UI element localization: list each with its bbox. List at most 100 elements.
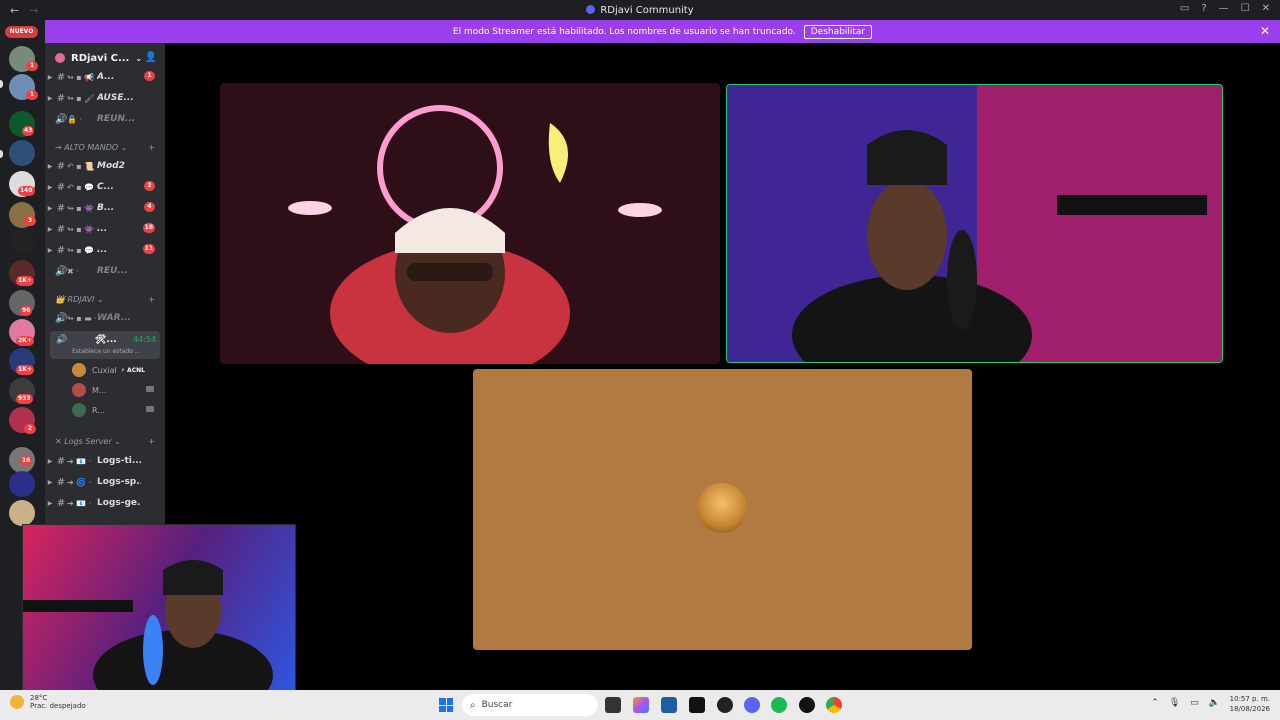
channel-name: A...	[97, 72, 115, 82]
channel-item[interactable]: ▶ # ↬ ▪ 📢 · A... 1	[45, 67, 165, 87]
unread-indicator	[0, 80, 3, 88]
video-tile-1[interactable]	[220, 83, 720, 364]
server-name: RDjavi C...	[71, 52, 130, 64]
channel-item[interactable]: ▶ # ➔ 📧 · Logs-ti...	[45, 451, 165, 471]
pip-camera-feed	[23, 560, 273, 720]
invite-icon[interactable]: 👤	[145, 52, 157, 63]
clock-date: 18/08/2026	[1229, 705, 1270, 713]
voice-user-name: R...	[92, 405, 105, 415]
channel-name: C...	[97, 182, 114, 192]
channel-badge: 4	[144, 202, 155, 212]
channel-item[interactable]: ▶# ➔ 📧 ·Logs-ge...	[45, 493, 165, 513]
forward-arrow-icon[interactable]: →	[29, 4, 38, 17]
channel-name: B...	[97, 203, 115, 213]
channel-name: ...	[97, 245, 108, 255]
spotify-icon[interactable]	[771, 697, 787, 713]
channel-item[interactable]: ▶ # ↬ ▪ 💬 ·... 11	[45, 240, 165, 260]
voice-user[interactable]: R...	[72, 401, 160, 419]
add-channel-icon[interactable]: +	[148, 295, 155, 304]
channel-item[interactable]: ▶ # ↶ ▪ 💬 · C... 2	[45, 177, 165, 197]
add-channel-icon[interactable]: +	[148, 437, 155, 446]
server-avatar-icon	[55, 53, 65, 63]
chrome-icon[interactable]	[826, 697, 842, 713]
category-rdjavi[interactable]: 👑 RDJAVI ⌄ +	[45, 295, 165, 309]
video-tile-3-avatar[interactable]	[473, 369, 972, 650]
new-badge[interactable]: NUEVO	[5, 26, 38, 38]
taskbar-clock[interactable]: 10:57 p. m. 18/08/2026	[1230, 694, 1270, 714]
obs-icon[interactable]	[799, 697, 815, 713]
maximize-icon[interactable]: ☐	[1241, 3, 1250, 14]
channel-name: ...	[97, 224, 108, 234]
speaker-icon: 🔊	[55, 265, 68, 277]
app-icon[interactable]	[717, 697, 733, 713]
close-banner-icon[interactable]: ✕	[1260, 24, 1270, 38]
discord-icon[interactable]	[744, 697, 760, 713]
weather-widget[interactable]: 28°C Prac. despejado	[10, 694, 86, 710]
channel-name: Mod2	[97, 161, 125, 171]
active-voice-channel[interactable]: 🔊 🛠... 44:54 Establece un estado ...	[50, 331, 160, 359]
camera-feed-1	[220, 83, 720, 364]
minimize-icon[interactable]: —	[1219, 3, 1229, 14]
chevron-up-icon[interactable]: ⌃	[1151, 698, 1159, 708]
mention-badge: 1	[26, 61, 38, 71]
disable-streamer-button[interactable]: Deshabilitar	[803, 24, 873, 39]
windows-taskbar: 28°C Prac. despejado ⌕ Buscar ⌃ 🎙 ▭ 🔈 10…	[0, 690, 1280, 720]
banner-text: El modo Streamer está habilitado. Los no…	[452, 26, 796, 37]
close-window-icon[interactable]: ✕	[1262, 3, 1270, 14]
category-alto-mando[interactable]: → ALTO MANDO ⌄ +	[45, 143, 165, 157]
server-icon	[586, 4, 596, 14]
camera-icon	[146, 406, 154, 412]
store-icon[interactable]	[661, 697, 677, 713]
video-tile-2-speaking[interactable]	[726, 84, 1223, 363]
avatar	[72, 403, 86, 417]
text-channel-icon: #	[56, 71, 66, 83]
channel-badge: 18	[142, 223, 155, 233]
display-icon[interactable]: ▭	[1190, 698, 1199, 708]
server-icon-16[interactable]	[9, 500, 35, 526]
mention-badge: 1K+	[16, 365, 34, 375]
channel-item[interactable]: ▶ # ↬ ▪ 🖌 · AUSE...	[45, 88, 165, 108]
server-icon-4[interactable]	[9, 140, 35, 166]
clock-time: 10:57 p. m.	[1229, 695, 1270, 703]
server-icon-7[interactable]	[9, 228, 35, 254]
add-channel-icon[interactable]: +	[148, 143, 155, 152]
channel-badge: 1	[144, 71, 155, 81]
category-logs-server[interactable]: ✕ Logs Server ⌄ +	[45, 437, 165, 451]
capcut-icon[interactable]	[689, 697, 705, 713]
channel-item[interactable]: ▶# ➔ 🌀 ·Logs-sp...	[45, 472, 165, 492]
help-icon[interactable]: ?	[1201, 3, 1206, 14]
voice-user[interactable]: Cuxial ⚡ ACNL	[72, 361, 160, 379]
weather-temp: 28°C	[30, 694, 48, 702]
avatar	[72, 363, 86, 377]
unread-indicator	[0, 150, 3, 158]
channel-name: REUN...	[97, 114, 136, 124]
server-icon-15[interactable]	[9, 471, 35, 497]
channel-item[interactable]: ▶ # ↬ ▪ 👾 ·... 18	[45, 219, 165, 239]
weather-sun-icon	[10, 695, 24, 709]
voice-channel-item[interactable]: 🔊 ✖ · REU...	[45, 261, 165, 281]
windows-start-icon[interactable]	[439, 698, 453, 712]
inbox-icon[interactable]: ▭	[1180, 3, 1189, 14]
window-titlebar: ← → RDjavi Community ▭ ? — ☐ ✕	[0, 0, 1280, 20]
voice-channel-item[interactable]: 🔊 🔒 · REUN...	[45, 109, 165, 129]
user-tag: ⚡ ACNL	[120, 366, 145, 374]
channel-badge: 2	[144, 181, 155, 191]
chevron-down-icon: ⌄	[135, 53, 143, 63]
microphone-icon[interactable]: 🎙	[1169, 698, 1180, 708]
picture-in-picture-feed[interactable]	[22, 524, 296, 720]
set-status-hint[interactable]: Establece un estado ...	[72, 348, 140, 355]
system-tray: ⌃ 🎙 ▭ 🔈	[1151, 698, 1220, 708]
voice-channel-item[interactable]: 🔊 ↬ ▪ ▬ · WAR...	[45, 308, 165, 328]
channel-item[interactable]: ▶ # ↬ ▪ 👾 · B... 4	[45, 198, 165, 218]
task-view-icon[interactable]	[605, 697, 621, 713]
volume-icon[interactable]: 🔈	[1209, 698, 1220, 708]
channel-name: 🛠...	[95, 335, 117, 345]
text-channel-icon: #	[56, 92, 66, 104]
taskbar-search[interactable]: ⌕ Buscar	[462, 694, 598, 716]
streamer-mode-banner: El modo Streamer está habilitado. Los no…	[45, 20, 1280, 43]
voice-user[interactable]: M...	[72, 381, 160, 399]
voice-user-name: Cuxial	[92, 365, 117, 375]
back-arrow-icon[interactable]: ←	[10, 4, 19, 17]
copilot-icon[interactable]	[633, 697, 649, 713]
channel-item[interactable]: ▶ # ↶ ▪ 📜 · Mod2	[45, 156, 165, 176]
